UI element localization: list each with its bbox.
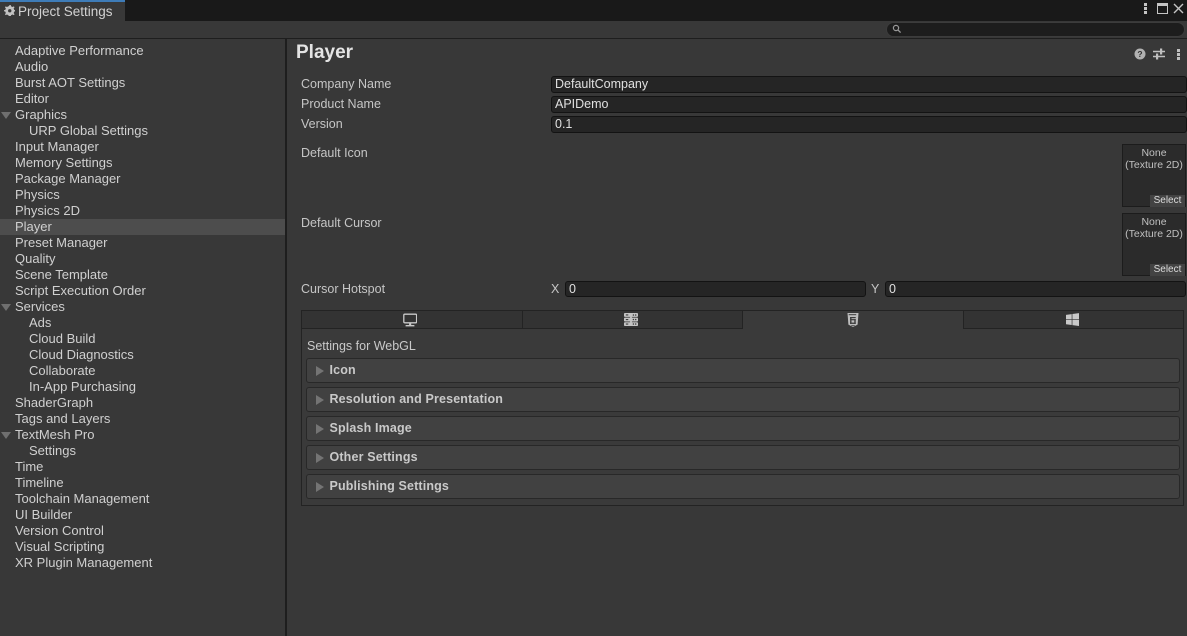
svg-text:?: ? <box>1137 49 1142 59</box>
